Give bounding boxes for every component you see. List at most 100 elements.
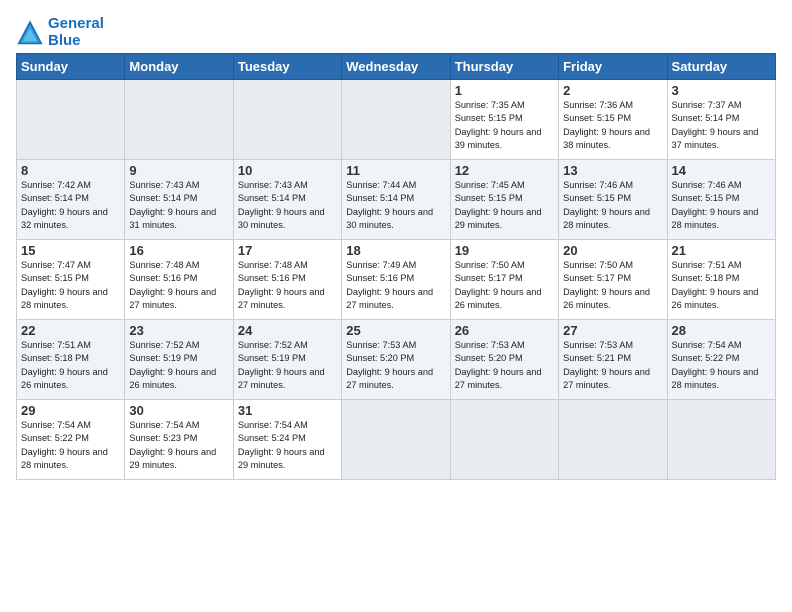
day-info: Sunrise: 7:46 AMSunset: 5:15 PMDaylight:… [563, 179, 662, 232]
day-info: Sunrise: 7:44 AMSunset: 5:14 PMDaylight:… [346, 179, 445, 232]
day-number: 15 [21, 243, 120, 258]
day-info: Sunrise: 7:50 AMSunset: 5:17 PMDaylight:… [563, 259, 662, 312]
day-info: Sunrise: 7:45 AMSunset: 5:15 PMDaylight:… [455, 179, 554, 232]
day-number: 23 [129, 323, 228, 338]
empty-cell [559, 400, 667, 480]
day-number: 29 [21, 403, 120, 418]
day-info: Sunrise: 7:54 AMSunset: 5:22 PMDaylight:… [21, 419, 120, 472]
day-number: 21 [672, 243, 771, 258]
day-info: Sunrise: 7:43 AMSunset: 5:14 PMDaylight:… [238, 179, 337, 232]
day-info: Sunrise: 7:54 AMSunset: 5:22 PMDaylight:… [672, 339, 771, 392]
day-number: 30 [129, 403, 228, 418]
week-row-1: 1Sunrise: 7:35 AMSunset: 5:15 PMDaylight… [17, 80, 776, 160]
day-cell-25: 25Sunrise: 7:53 AMSunset: 5:20 PMDayligh… [342, 320, 450, 400]
empty-cell [17, 80, 125, 160]
day-number: 28 [672, 323, 771, 338]
day-cell-3: 3Sunrise: 7:37 AMSunset: 5:14 PMDaylight… [667, 80, 775, 160]
day-cell-8: 8Sunrise: 7:42 AMSunset: 5:14 PMDaylight… [17, 160, 125, 240]
day-info: Sunrise: 7:51 AMSunset: 5:18 PMDaylight:… [21, 339, 120, 392]
day-cell-23: 23Sunrise: 7:52 AMSunset: 5:19 PMDayligh… [125, 320, 233, 400]
day-number: 20 [563, 243, 662, 258]
day-number: 2 [563, 83, 662, 98]
day-info: Sunrise: 7:50 AMSunset: 5:17 PMDaylight:… [455, 259, 554, 312]
day-number: 16 [129, 243, 228, 258]
col-header-friday: Friday [559, 54, 667, 80]
day-cell-13: 13Sunrise: 7:46 AMSunset: 5:15 PMDayligh… [559, 160, 667, 240]
header: General Blue [16, 16, 776, 49]
calendar-table: SundayMondayTuesdayWednesdayThursdayFrid… [16, 53, 776, 480]
day-number: 22 [21, 323, 120, 338]
day-info: Sunrise: 7:51 AMSunset: 5:18 PMDaylight:… [672, 259, 771, 312]
day-info: Sunrise: 7:53 AMSunset: 5:20 PMDaylight:… [346, 339, 445, 392]
day-cell-19: 19Sunrise: 7:50 AMSunset: 5:17 PMDayligh… [450, 240, 558, 320]
day-info: Sunrise: 7:42 AMSunset: 5:14 PMDaylight:… [21, 179, 120, 232]
empty-cell [233, 80, 341, 160]
day-info: Sunrise: 7:52 AMSunset: 5:19 PMDaylight:… [238, 339, 337, 392]
day-number: 9 [129, 163, 228, 178]
week-row-5: 29Sunrise: 7:54 AMSunset: 5:22 PMDayligh… [17, 400, 776, 480]
day-number: 13 [563, 163, 662, 178]
day-number: 18 [346, 243, 445, 258]
day-cell-27: 27Sunrise: 7:53 AMSunset: 5:21 PMDayligh… [559, 320, 667, 400]
day-cell-30: 30Sunrise: 7:54 AMSunset: 5:23 PMDayligh… [125, 400, 233, 480]
day-number: 19 [455, 243, 554, 258]
empty-cell [342, 400, 450, 480]
day-cell-12: 12Sunrise: 7:45 AMSunset: 5:15 PMDayligh… [450, 160, 558, 240]
day-info: Sunrise: 7:48 AMSunset: 5:16 PMDaylight:… [238, 259, 337, 312]
page-container: General Blue SundayMondayTuesdayWednesda… [0, 0, 792, 488]
day-cell-11: 11Sunrise: 7:44 AMSunset: 5:14 PMDayligh… [342, 160, 450, 240]
day-cell-29: 29Sunrise: 7:54 AMSunset: 5:22 PMDayligh… [17, 400, 125, 480]
day-number: 1 [455, 83, 554, 98]
day-number: 25 [346, 323, 445, 338]
day-info: Sunrise: 7:53 AMSunset: 5:20 PMDaylight:… [455, 339, 554, 392]
day-number: 14 [672, 163, 771, 178]
day-info: Sunrise: 7:53 AMSunset: 5:21 PMDaylight:… [563, 339, 662, 392]
day-cell-24: 24Sunrise: 7:52 AMSunset: 5:19 PMDayligh… [233, 320, 341, 400]
day-info: Sunrise: 7:49 AMSunset: 5:16 PMDaylight:… [346, 259, 445, 312]
day-info: Sunrise: 7:54 AMSunset: 5:23 PMDaylight:… [129, 419, 228, 472]
day-cell-26: 26Sunrise: 7:53 AMSunset: 5:20 PMDayligh… [450, 320, 558, 400]
day-cell-2: 2Sunrise: 7:36 AMSunset: 5:15 PMDaylight… [559, 80, 667, 160]
day-number: 11 [346, 163, 445, 178]
day-cell-15: 15Sunrise: 7:47 AMSunset: 5:15 PMDayligh… [17, 240, 125, 320]
logo: General Blue [16, 16, 104, 49]
day-info: Sunrise: 7:43 AMSunset: 5:14 PMDaylight:… [129, 179, 228, 232]
day-info: Sunrise: 7:35 AMSunset: 5:15 PMDaylight:… [455, 99, 554, 152]
day-number: 24 [238, 323, 337, 338]
logo-icon [16, 19, 44, 47]
day-cell-9: 9Sunrise: 7:43 AMSunset: 5:14 PMDaylight… [125, 160, 233, 240]
header-row: SundayMondayTuesdayWednesdayThursdayFrid… [17, 54, 776, 80]
empty-cell [125, 80, 233, 160]
col-header-tuesday: Tuesday [233, 54, 341, 80]
day-number: 27 [563, 323, 662, 338]
day-info: Sunrise: 7:47 AMSunset: 5:15 PMDaylight:… [21, 259, 120, 312]
day-cell-22: 22Sunrise: 7:51 AMSunset: 5:18 PMDayligh… [17, 320, 125, 400]
week-row-4: 22Sunrise: 7:51 AMSunset: 5:18 PMDayligh… [17, 320, 776, 400]
day-cell-14: 14Sunrise: 7:46 AMSunset: 5:15 PMDayligh… [667, 160, 775, 240]
day-number: 8 [21, 163, 120, 178]
day-cell-1: 1Sunrise: 7:35 AMSunset: 5:15 PMDaylight… [450, 80, 558, 160]
day-cell-18: 18Sunrise: 7:49 AMSunset: 5:16 PMDayligh… [342, 240, 450, 320]
week-row-2: 8Sunrise: 7:42 AMSunset: 5:14 PMDaylight… [17, 160, 776, 240]
day-cell-28: 28Sunrise: 7:54 AMSunset: 5:22 PMDayligh… [667, 320, 775, 400]
day-info: Sunrise: 7:48 AMSunset: 5:16 PMDaylight:… [129, 259, 228, 312]
day-cell-20: 20Sunrise: 7:50 AMSunset: 5:17 PMDayligh… [559, 240, 667, 320]
day-number: 3 [672, 83, 771, 98]
day-cell-10: 10Sunrise: 7:43 AMSunset: 5:14 PMDayligh… [233, 160, 341, 240]
day-info: Sunrise: 7:37 AMSunset: 5:14 PMDaylight:… [672, 99, 771, 152]
col-header-sunday: Sunday [17, 54, 125, 80]
col-header-saturday: Saturday [667, 54, 775, 80]
col-header-monday: Monday [125, 54, 233, 80]
col-header-wednesday: Wednesday [342, 54, 450, 80]
day-info: Sunrise: 7:46 AMSunset: 5:15 PMDaylight:… [672, 179, 771, 232]
day-number: 17 [238, 243, 337, 258]
empty-cell [667, 400, 775, 480]
day-info: Sunrise: 7:52 AMSunset: 5:19 PMDaylight:… [129, 339, 228, 392]
day-cell-21: 21Sunrise: 7:51 AMSunset: 5:18 PMDayligh… [667, 240, 775, 320]
day-info: Sunrise: 7:36 AMSunset: 5:15 PMDaylight:… [563, 99, 662, 152]
day-cell-16: 16Sunrise: 7:48 AMSunset: 5:16 PMDayligh… [125, 240, 233, 320]
day-number: 26 [455, 323, 554, 338]
day-number: 10 [238, 163, 337, 178]
day-info: Sunrise: 7:54 AMSunset: 5:24 PMDaylight:… [238, 419, 337, 472]
day-number: 12 [455, 163, 554, 178]
